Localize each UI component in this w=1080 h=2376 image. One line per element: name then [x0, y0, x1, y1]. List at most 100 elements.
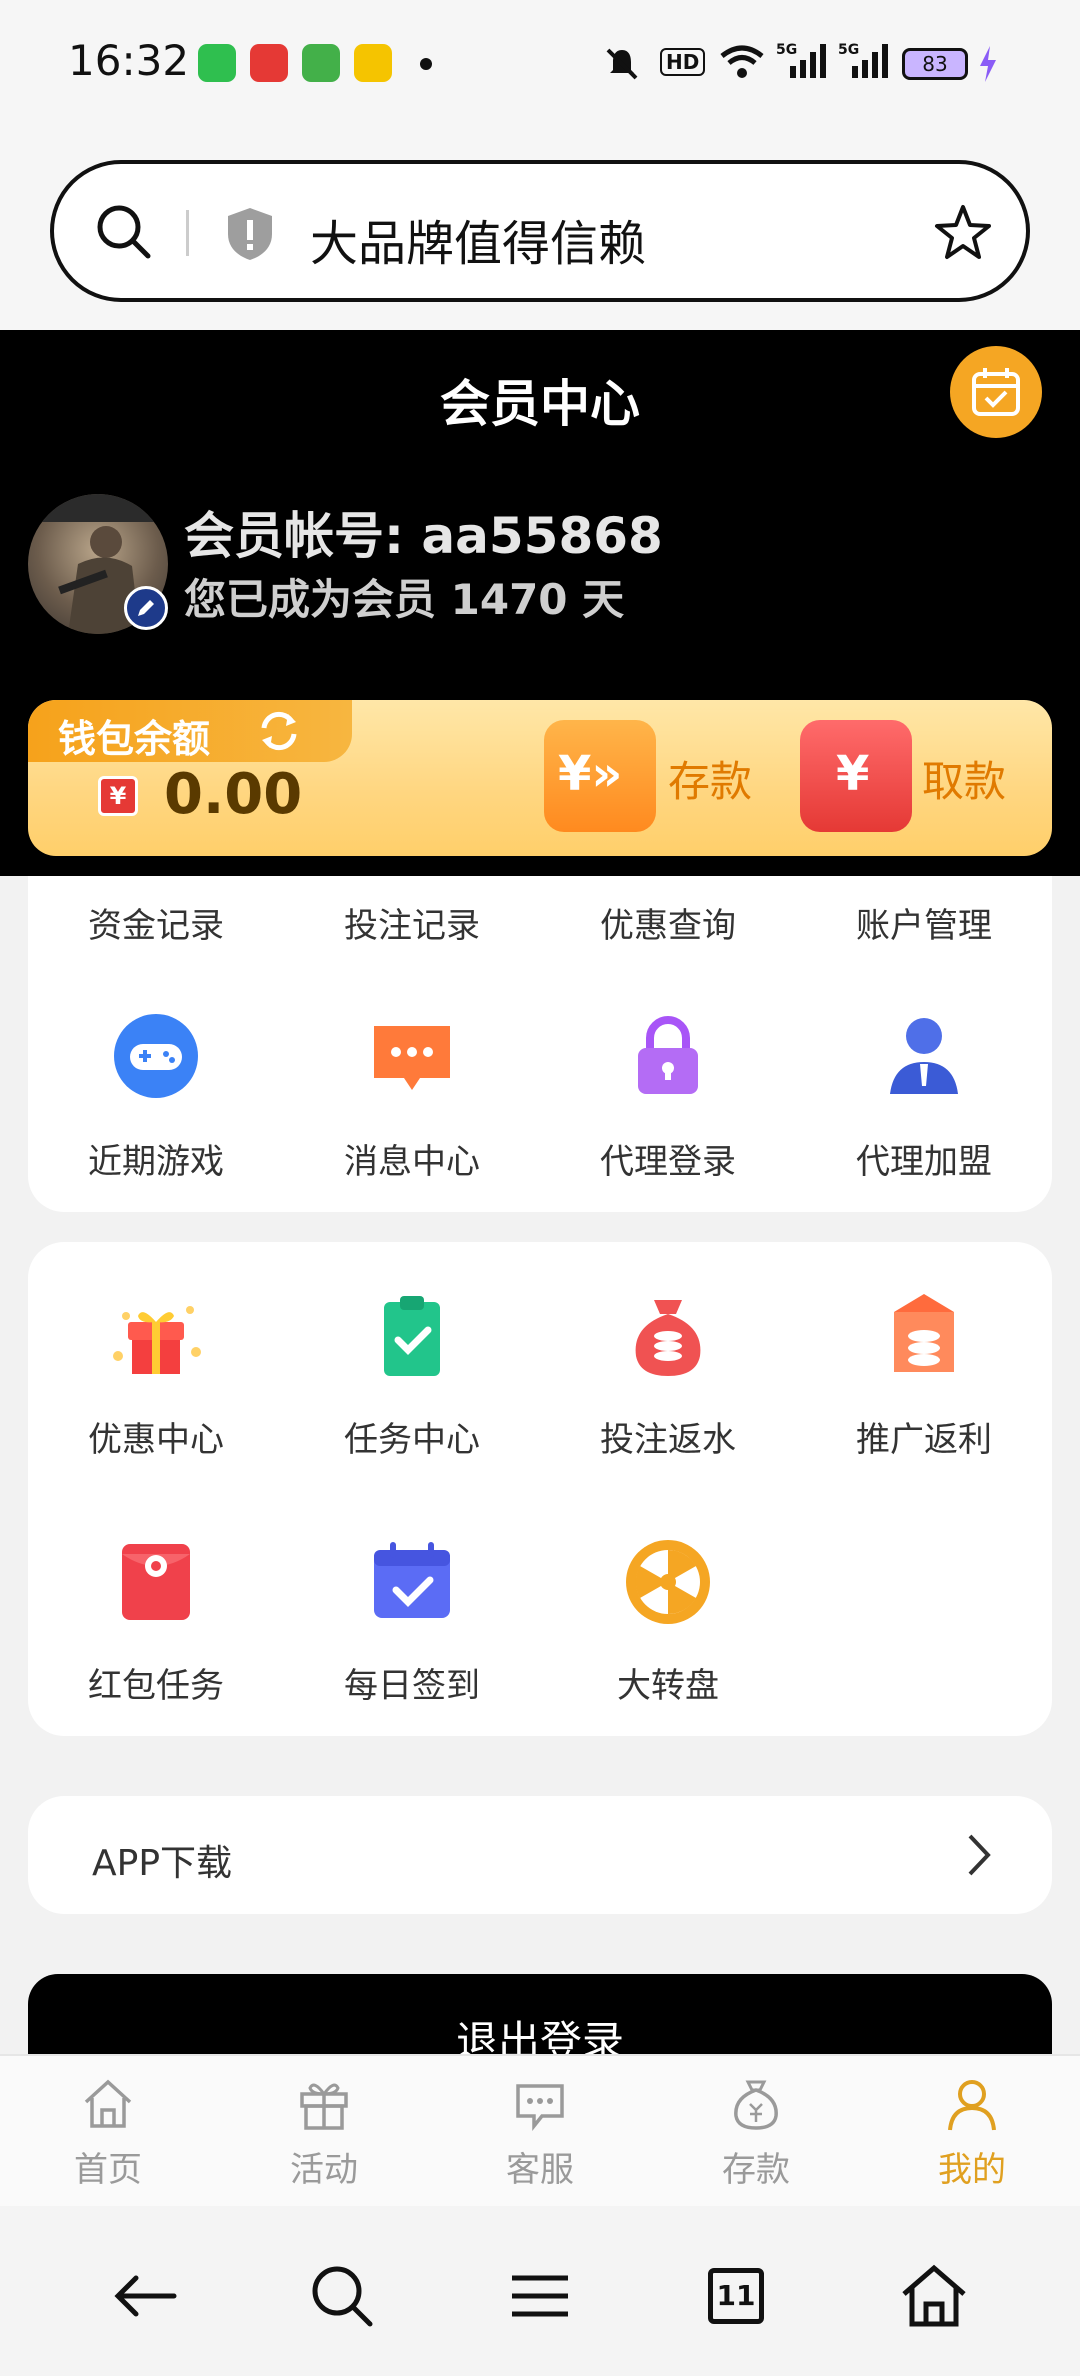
menu-label: 投注记录	[344, 906, 480, 946]
home-icon	[84, 2079, 132, 2128]
tab-activity[interactable]: 活动	[216, 2076, 432, 2191]
wallet-title-tag: 钱包余额	[28, 700, 352, 762]
gift-icon	[300, 2083, 348, 2130]
refresh-icon[interactable]	[256, 710, 302, 752]
menu-account-manage[interactable]: 账户管理	[796, 898, 1052, 947]
back-arrow-icon[interactable]	[106, 2256, 186, 2336]
signal-5g-icon-1: 5G	[776, 42, 826, 78]
member-header: 会员中心 会员帐号: aa55868 您已成为会员 1470 天 钱包余额 ¥ …	[0, 330, 1080, 876]
menu-label: 推广返利	[856, 1420, 992, 1460]
status-time: 16:32	[68, 36, 190, 85]
user-icon	[948, 2080, 996, 2131]
menu-task-center[interactable]: 任务中心	[284, 1286, 540, 1486]
menu-label: 账户管理	[856, 906, 992, 946]
wifi-icon	[720, 45, 764, 78]
money-bag-icon	[635, 1300, 701, 1376]
withdraw-icon: ¥	[800, 720, 912, 832]
bookmark-star-icon[interactable]	[932, 202, 994, 264]
calendar-check-icon	[972, 368, 1020, 416]
menu-lucky-wheel[interactable]: 大转盘	[540, 1532, 796, 1732]
tab-deposit[interactable]: 存款	[648, 2076, 864, 2191]
money-bag-icon	[734, 2080, 778, 2130]
menu-label: 任务中心	[344, 1420, 480, 1460]
tab-mine[interactable]: 我的	[864, 2076, 1080, 2191]
lock-icon	[638, 1016, 698, 1094]
tab-home[interactable]: 首页	[0, 2076, 216, 2191]
toutiao-icon	[250, 44, 288, 82]
menu-label: 大转盘	[617, 1666, 719, 1706]
red-packet-icon	[122, 1544, 190, 1620]
mute-icon	[606, 48, 638, 80]
menu-label: 消息中心	[344, 1142, 480, 1182]
menu-label: 优惠中心	[88, 1420, 224, 1460]
wallet-card: 钱包余额 ¥ 0.00 ¥» 存款 ¥ 取款	[28, 700, 1052, 856]
agent-person-icon	[890, 1018, 958, 1094]
tabs-count: 11	[708, 2268, 764, 2324]
messages-icon	[302, 44, 340, 82]
menu-bet-records[interactable]: 投注记录	[284, 898, 540, 947]
tab-label: 活动	[290, 2150, 358, 2190]
avatar-edit-button[interactable]	[124, 586, 168, 630]
promo-coins-icon	[894, 1294, 954, 1372]
menu-label: 红包任务	[88, 1666, 224, 1706]
tab-label: 首页	[74, 2150, 142, 2190]
menu-message-center[interactable]: 消息中心	[284, 1006, 540, 1206]
clipboard-check-icon	[384, 1296, 440, 1376]
charging-icon	[980, 46, 996, 82]
menu-icon[interactable]	[500, 2256, 580, 2336]
search-text[interactable]: 大品牌值得信赖	[310, 204, 646, 274]
menu-label: 代理登录	[600, 1142, 736, 1182]
tab-customer-service[interactable]: 客服	[432, 2076, 648, 2191]
withdraw-label[interactable]: 取款	[922, 748, 1006, 809]
search-box[interactable]: 大品牌值得信赖	[50, 160, 1030, 302]
tab-label: 我的	[938, 2150, 1006, 2190]
svg-text:5G: 5G	[838, 42, 859, 58]
menu-label: 投注返水	[600, 1420, 736, 1460]
signal-5g-icon-2: 5G	[838, 42, 888, 78]
search-icon[interactable]	[92, 200, 156, 264]
menu-card-2: 优惠中心 任务中心 投注返水 推广返利 红包任务 每日签到 大转盘	[28, 1242, 1052, 1736]
battery-level: 83	[922, 52, 948, 76]
search-divider	[186, 210, 189, 256]
menu-label: 优惠查询	[600, 906, 736, 946]
gift-icon	[113, 1306, 201, 1374]
gamepad-icon	[114, 1014, 198, 1098]
withdraw-icon-glyph: ¥	[836, 746, 870, 802]
deposit-label[interactable]: 存款	[668, 748, 752, 809]
checkin-calendar-button[interactable]	[950, 346, 1042, 438]
menu-label: 资金记录	[88, 906, 224, 946]
member-days: 您已成为会员 1470 天	[184, 575, 625, 624]
menu-label: 代理加盟	[856, 1142, 992, 1182]
search-icon[interactable]	[302, 2256, 382, 2336]
menu-referral-rebate[interactable]: 推广返利	[796, 1286, 1052, 1486]
wheel-icon	[626, 1540, 710, 1624]
status-bar: 16:32 HD 5G 5G 83	[0, 0, 1080, 130]
home-icon[interactable]	[894, 2256, 974, 2336]
tabs-switcher-button[interactable]: 11	[696, 2256, 776, 2336]
menu-promo-center[interactable]: 优惠中心	[28, 1286, 284, 1486]
menu-agent-join[interactable]: 代理加盟	[796, 1006, 1052, 1206]
green-app-icon	[198, 44, 236, 82]
yellow-app-icon	[354, 44, 392, 82]
menu-bet-rebate[interactable]: 投注返水	[540, 1286, 796, 1486]
page-title: 会员中心	[440, 375, 640, 433]
menu-recent-games[interactable]: 近期游戏	[28, 1006, 284, 1206]
system-nav-bar: 11	[0, 2206, 1080, 2376]
menu-promo-query[interactable]: 优惠查询	[540, 898, 796, 947]
menu-label: 近期游戏	[88, 1142, 224, 1182]
calendar-check-icon	[374, 1542, 450, 1618]
menu-label: 每日签到	[344, 1666, 480, 1706]
menu-fund-records[interactable]: 资金记录	[28, 898, 284, 947]
account-label: 会员帐号: aa55868	[184, 507, 663, 565]
app-download-row[interactable]: APP下载	[28, 1796, 1052, 1914]
menu-red-packet-task[interactable]: 红包任务	[28, 1532, 284, 1732]
yen-icon: ¥	[98, 776, 138, 816]
battery-icon: 83	[902, 48, 968, 80]
wallet-balance: 0.00	[164, 762, 303, 827]
menu-daily-checkin[interactable]: 每日签到	[284, 1532, 540, 1732]
menu-agent-login[interactable]: 代理登录	[540, 1006, 796, 1206]
shield-icon	[228, 208, 272, 260]
more-notifications-dot	[420, 58, 432, 70]
chat-icon	[516, 2084, 564, 2131]
deposit-icon-glyph: ¥»	[558, 746, 623, 802]
